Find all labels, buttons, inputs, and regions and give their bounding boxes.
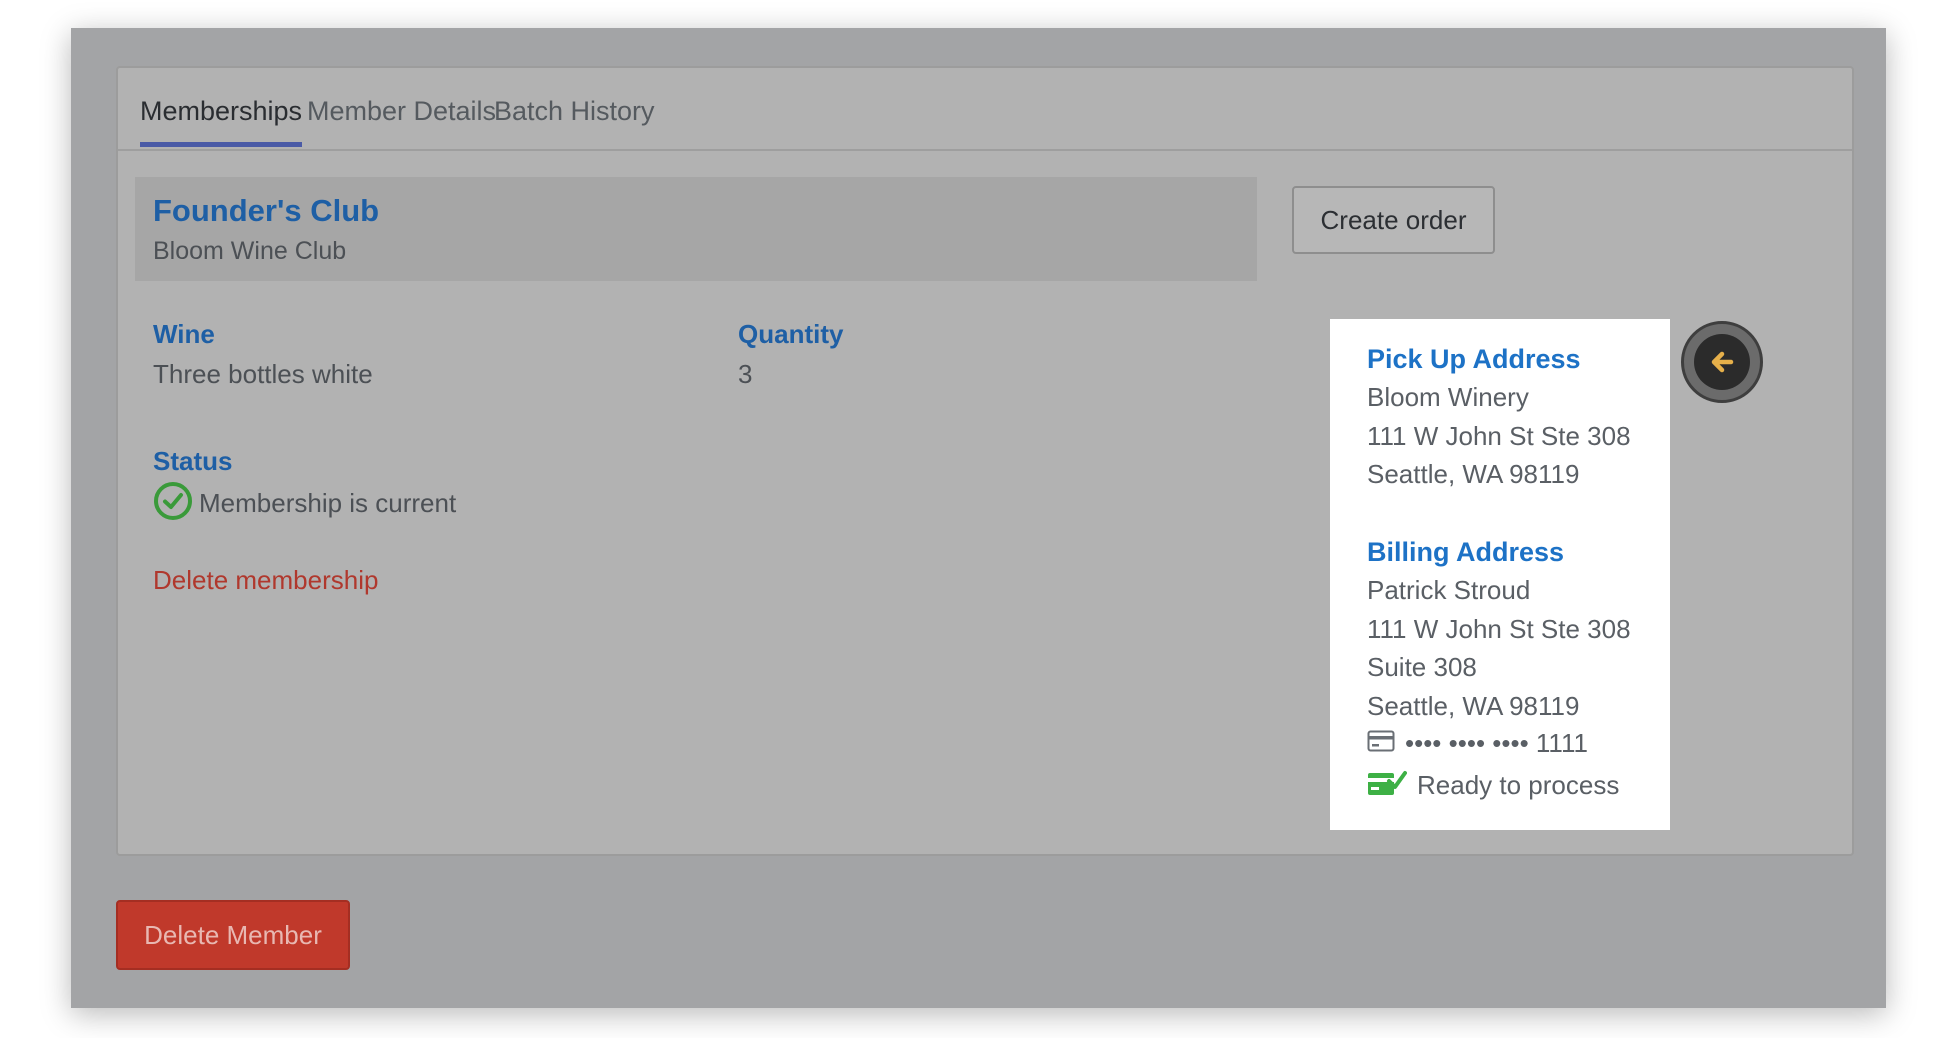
address-card: Pick Up Address Bloom Winery 111 W John … [1330, 319, 1670, 830]
club-name-link[interactable]: Founder's Club [153, 193, 379, 229]
back-button[interactable] [1681, 321, 1763, 403]
delete-member-button[interactable]: Delete Member [116, 900, 350, 970]
tab-bar: Memberships Member Details Batch History [118, 68, 1852, 151]
billing-address-line: Patrick Stroud [1367, 575, 1531, 605]
tab-memberships[interactable]: Memberships [140, 90, 303, 147]
status-label: Status [153, 446, 233, 476]
billing-address-line: Suite 308 [1367, 652, 1477, 682]
pickup-address-line: Seattle, WA 98119 [1367, 459, 1580, 489]
tab-batch-history[interactable]: Batch History [494, 90, 655, 147]
wine-label: Wine [153, 319, 215, 349]
credit-card-icon [1367, 730, 1395, 757]
tab-member-details[interactable]: Member Details [307, 90, 496, 147]
delete-membership-link[interactable]: Delete membership [153, 565, 378, 596]
card-check-icon [1367, 769, 1407, 802]
card-number-row: •••• •••• •••• 1111 [1367, 728, 1588, 759]
payment-status-row: Ready to process [1367, 769, 1619, 802]
payment-status: Ready to process [1417, 770, 1620, 800]
billing-address-line: 111 W John St Ste 308 [1367, 614, 1631, 644]
pickup-address-title: Pick Up Address [1367, 344, 1581, 374]
pickup-address-line: Bloom Winery [1367, 382, 1529, 412]
pickup-address-line: 111 W John St Ste 308 [1367, 421, 1631, 451]
status-row: Membership is current [153, 481, 457, 526]
quantity-value: 3 [738, 359, 753, 389]
create-order-button[interactable]: Create order [1292, 186, 1495, 254]
club-header: Founder's Club Bloom Wine Club [135, 177, 1257, 281]
quantity-label: Quantity [738, 319, 844, 349]
billing-address-title: Billing Address [1367, 537, 1565, 567]
arrow-left-icon [1694, 334, 1750, 390]
club-organization: Bloom Wine Club [153, 237, 347, 265]
status-value: Membership is current [199, 487, 457, 518]
billing-address-line: Seattle, WA 98119 [1367, 691, 1580, 721]
wine-value: Three bottles white [153, 359, 373, 389]
app-window: Memberships Member Details Batch History… [71, 28, 1886, 1008]
card-number: •••• •••• •••• 1111 [1405, 728, 1588, 758]
check-circle-icon [153, 481, 193, 526]
